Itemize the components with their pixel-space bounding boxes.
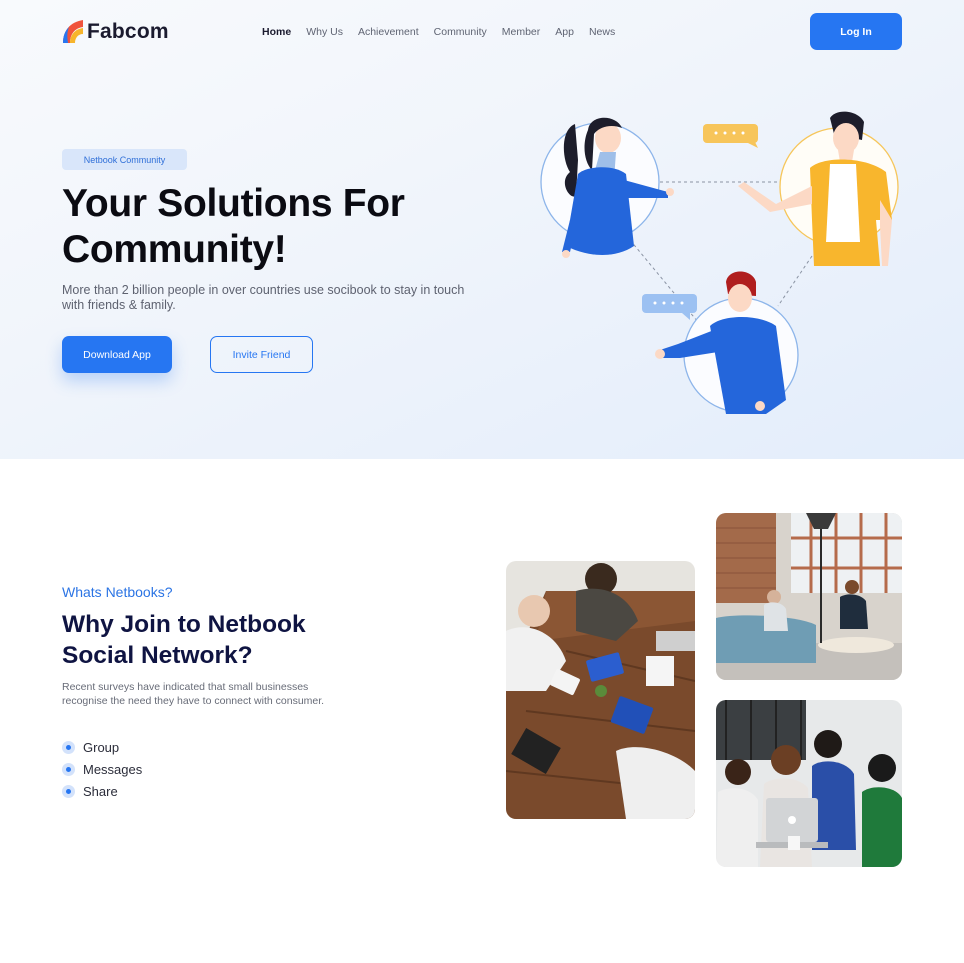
feature-item: Share xyxy=(62,780,142,802)
community-illustration xyxy=(540,111,899,414)
hero-description: More than 2 billion people in over count… xyxy=(62,283,465,312)
bullet-dot-icon xyxy=(62,740,75,754)
hero-title-line2: Community! xyxy=(62,228,287,271)
download-app-button[interactable]: Download App xyxy=(62,336,172,373)
nav-member[interactable]: Member xyxy=(502,26,541,38)
section-description: Recent surveys have indicated that small… xyxy=(62,681,325,707)
section-title: Why Join to Netbook Social Network? xyxy=(62,609,362,671)
feature-label: Group xyxy=(83,739,120,755)
login-button[interactable]: Log In xyxy=(810,13,902,50)
feature-label: Messages xyxy=(83,761,143,777)
section-title-line2: Social Network? xyxy=(62,642,253,669)
nav-achievement[interactable]: Achievement xyxy=(358,26,419,38)
feature-label: Share xyxy=(83,783,118,799)
hero-title-line1: Your Solutions For xyxy=(62,182,405,225)
office-lounge-photo xyxy=(716,513,902,680)
feature-list: Group Messages Share xyxy=(62,736,142,802)
nav-app[interactable]: App xyxy=(555,26,574,38)
fabcom-logo-icon xyxy=(63,20,83,43)
invite-friend-button[interactable]: Invite Friend xyxy=(210,336,313,373)
hero-title: Your Solutions For Community! xyxy=(62,181,482,273)
team-laptop-photo xyxy=(716,700,902,867)
nav-community[interactable]: Community xyxy=(434,26,487,38)
logo[interactable]: Fabcom xyxy=(62,19,169,44)
nav-why-us[interactable]: Why Us xyxy=(306,26,343,38)
chat-bubble-icon xyxy=(642,294,697,320)
bullet-dot-icon xyxy=(62,762,75,776)
nav-news[interactable]: News xyxy=(589,26,615,38)
section-title-line1: Why Join to Netbook xyxy=(62,611,306,638)
chat-bubble-icon xyxy=(703,124,758,148)
bullet-dot-icon xyxy=(62,784,75,798)
feature-item: Group xyxy=(62,736,142,758)
hero-badge: Netbook Community xyxy=(62,149,187,170)
feature-item: Messages xyxy=(62,758,142,780)
section-eyebrow: Whats Netbooks? xyxy=(62,584,173,600)
main-nav: Home Why Us Achievement Community Member… xyxy=(262,26,630,38)
logo-text: Fabcom xyxy=(87,19,169,43)
nav-home[interactable]: Home xyxy=(262,26,291,38)
team-meeting-photo xyxy=(506,561,695,819)
